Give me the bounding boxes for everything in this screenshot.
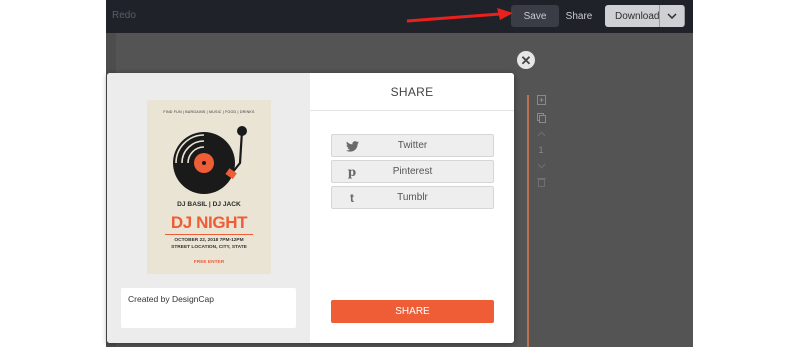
share-modal: FIND FUN | BARGAINS | MUSIC | FOOD | DRI… [107, 73, 514, 343]
share-title: SHARE [310, 73, 514, 111]
twitter-icon [344, 138, 360, 154]
pinterest-label: Pinterest [392, 166, 433, 177]
download-options-button[interactable] [659, 5, 684, 27]
preview-panel: FIND FUN | BARGAINS | MUSIC | FOOD | DRI… [107, 73, 310, 343]
poster-preview: FIND FUN | BARGAINS | MUSIC | FOOD | DRI… [147, 100, 271, 274]
tumblr-share-button[interactable]: t Tumblr [331, 186, 494, 209]
twitter-label: Twitter [397, 140, 428, 151]
poster-title-underline [165, 234, 253, 236]
canvas-border [527, 95, 529, 347]
chevron-down-icon [667, 13, 677, 19]
tumblr-label: Tumblr [397, 192, 428, 203]
share-submit-button[interactable]: SHARE [331, 300, 494, 323]
download-button[interactable]: Download [605, 5, 685, 27]
page-number: 1 [538, 145, 544, 155]
twitter-share-button[interactable]: Twitter [331, 134, 494, 157]
move-up-icon[interactable] [537, 131, 546, 137]
share-button[interactable]: Share [559, 5, 599, 27]
red-arrow-annotation [406, 8, 513, 23]
add-page-icon[interactable] [536, 95, 546, 105]
poster-date: OCTOBER 22, 2018 7PM-12PM [174, 238, 244, 243]
delete-icon[interactable] [536, 177, 546, 187]
duplicate-page-icon[interactable] [536, 113, 546, 123]
tumblr-icon: t [350, 191, 354, 205]
editor-toolbar: Redo Save Share Download [106, 0, 693, 33]
poster-location: STREET LOCATION, CITY, STATE [171, 245, 247, 250]
download-label: Download [615, 10, 660, 22]
poster-tagline: FIND FUN | BARGAINS | MUSIC | FOOD | DRI… [163, 110, 255, 114]
save-button[interactable]: Save [511, 5, 559, 27]
page-tools: 1 [533, 95, 549, 187]
pinterest-icon: p [347, 165, 357, 179]
move-down-icon[interactable] [537, 163, 546, 169]
redo-button[interactable]: Redo [112, 10, 136, 21]
share-panel: SHARE Twitter p Pinterest t Tumblr SHARE [310, 73, 514, 343]
poster-entry: FREE ENTER [193, 260, 225, 265]
share-caption-field[interactable]: Created by DesignCap [121, 288, 296, 328]
close-icon[interactable]: ✕ [517, 51, 535, 69]
pinterest-share-button[interactable]: p Pinterest [331, 160, 494, 183]
turntable-record-icon [173, 126, 247, 194]
poster-dj-names: DJ BASIL | DJ JACK [177, 201, 241, 208]
poster-title: DJ NIGHT [170, 213, 248, 232]
